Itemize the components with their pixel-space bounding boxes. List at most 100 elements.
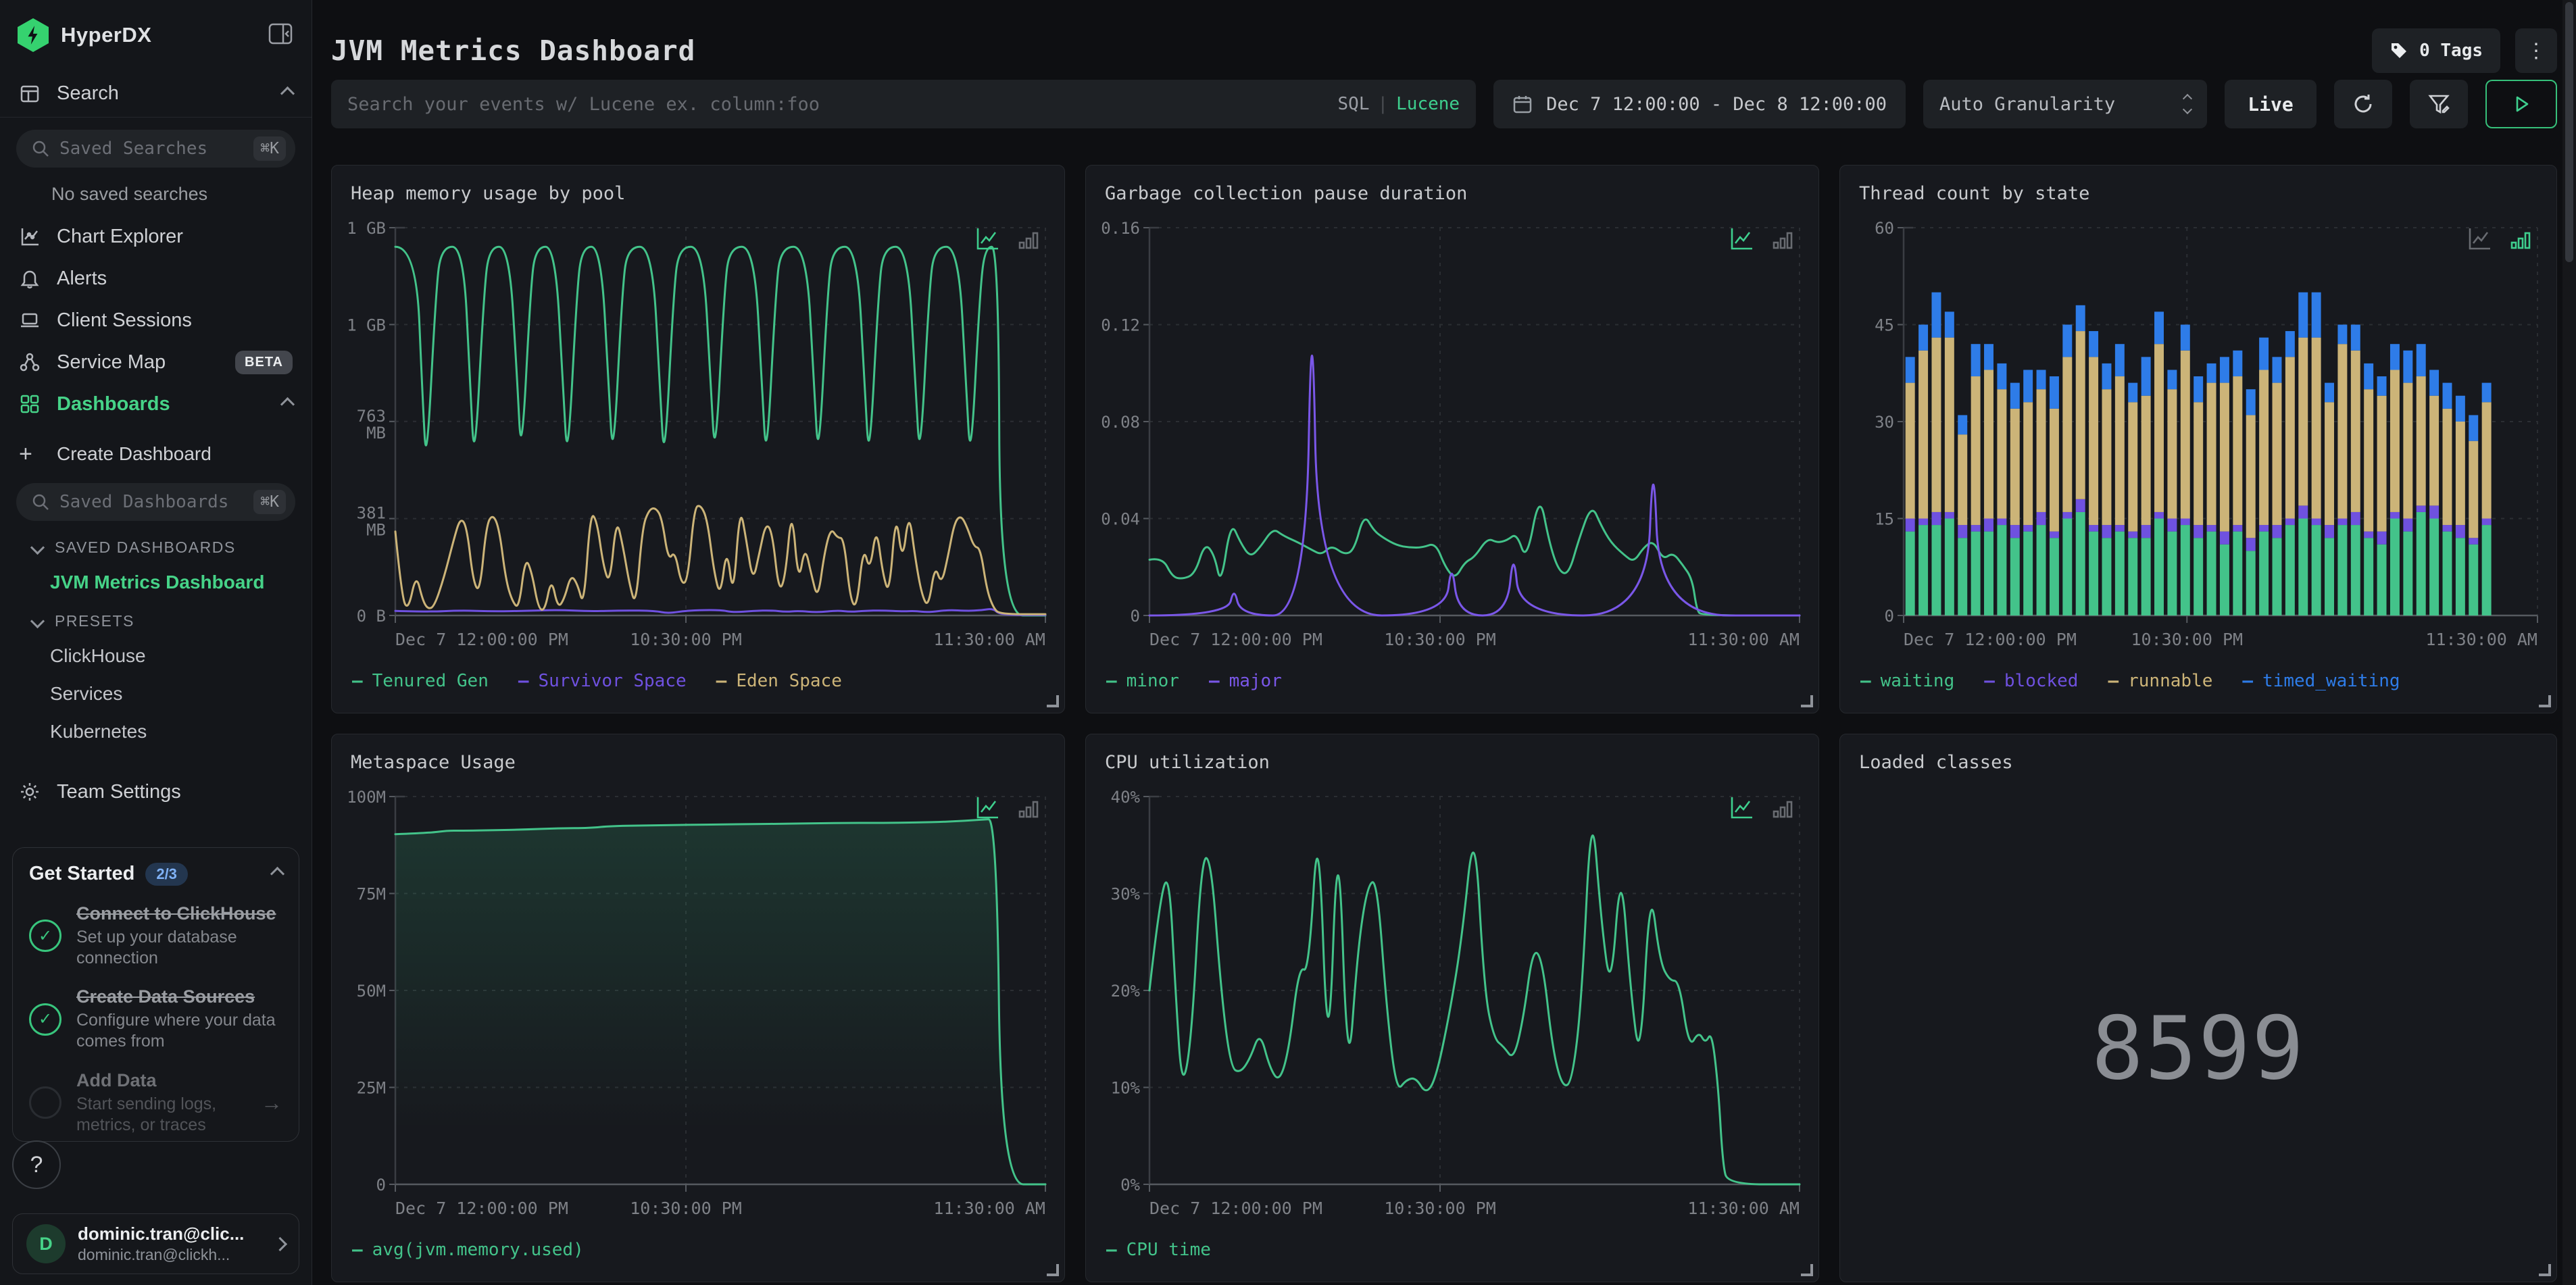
event-search-input[interactable]	[347, 93, 1338, 115]
svg-text:381MB: 381 MB	[357, 504, 386, 540]
legend-item[interactable]: — blocked	[1984, 671, 2078, 691]
svg-text:0%: 0%	[1120, 1176, 1140, 1194]
brand-name: HyperDX	[61, 23, 152, 47]
sidebar-item-alerts[interactable]: Alerts	[0, 257, 312, 299]
search-icon	[31, 493, 50, 511]
line-view-toggle[interactable]	[974, 225, 1001, 252]
legend-item[interactable]: — waiting	[1860, 671, 1954, 691]
svg-text:763MB: 763 MB	[357, 407, 386, 443]
legend-item[interactable]: — CPU time	[1106, 1240, 1211, 1260]
panel-metaspace: Metaspace Usage 100M 75M 50M 25M 0 Dec 7 12:0…	[331, 734, 1065, 1282]
sidebar-item-service-map[interactable]: Service Map BETA	[0, 341, 312, 383]
tags-label: 0 Tags	[2419, 41, 2483, 61]
saved-searches-input[interactable]: ⌘K	[16, 130, 295, 168]
tags-button[interactable]: 0 Tags	[2372, 28, 2500, 73]
resize-handle[interactable]	[1047, 695, 1059, 707]
preset-item-kubernetes[interactable]: Kubernetes	[0, 713, 312, 751]
scrollbar-thumb[interactable]	[2565, 2, 2573, 262]
sidebar-item-client-sessions[interactable]: Client Sessions	[0, 299, 312, 341]
saved-dashboards-section-header[interactable]: SAVED DASHBOARDS	[0, 528, 312, 563]
get-started-item-sources[interactable]: ✓ Create Data Sources Configure where yo…	[29, 986, 282, 1053]
resize-handle[interactable]	[1801, 1264, 1813, 1276]
refresh-button[interactable]	[2334, 80, 2392, 128]
metaspace-chart[interactable]: 100M 75M 50M 25M 0 Dec 7 12:00:00 PM 10:30:00 …	[341, 786, 1055, 1234]
help-button[interactable]: ?	[12, 1140, 61, 1189]
line-view-toggle[interactable]	[1728, 225, 1755, 252]
live-button[interactable]: Live	[2225, 80, 2317, 128]
progress-badge: 2/3	[145, 862, 188, 886]
svg-text:11:30:00 AM: 11:30:00 AM	[933, 1199, 1045, 1218]
get-started-item-connect[interactable]: ✓ Connect to ClickHouse Set up your data…	[29, 903, 282, 969]
bar-view-toggle[interactable]	[1768, 794, 1795, 821]
legend-item[interactable]: — Survivor Space	[518, 671, 687, 691]
line-view-toggle[interactable]	[1728, 794, 1755, 821]
sidebar-item-search[interactable]: Search	[0, 70, 312, 118]
svg-text:1 GB: 1 GB	[347, 219, 386, 238]
chevron-right-icon	[272, 1236, 288, 1251]
resize-handle[interactable]	[2539, 695, 2551, 707]
legend-item[interactable]: — timed_waiting	[2242, 671, 2400, 691]
panel-gc-pause: Garbage collection pause duration 0.16 0.…	[1085, 165, 1819, 713]
granularity-select[interactable]: Auto Granularity	[1923, 80, 2207, 128]
legend-item[interactable]: — Tenured Gen	[352, 671, 489, 691]
vertical-scrollbar[interactable]	[2562, 0, 2576, 1285]
saved-dashboards-field[interactable]	[59, 492, 254, 512]
cpu-chart[interactable]: 40% 30% 20% 10% 0% Dec 7 12:00:00 PM 10:30:00 …	[1095, 786, 1809, 1234]
svg-text:0.16: 0.16	[1101, 219, 1140, 238]
svg-text:45: 45	[1875, 316, 1894, 335]
bar-view-toggle[interactable]	[1768, 225, 1795, 252]
presets-section-header[interactable]: PRESETS	[0, 601, 312, 637]
line-view-toggle[interactable]	[974, 794, 1001, 821]
sidebar-item-chart-explorer[interactable]: Chart Explorer	[0, 216, 312, 257]
sql-mode-toggle[interactable]: SQL	[1338, 94, 1370, 114]
run-query-button[interactable]	[2485, 80, 2557, 128]
task-desc: Configure where your data comes from	[76, 1011, 276, 1051]
preset-item-clickhouse[interactable]: ClickHouse	[0, 637, 312, 675]
saved-searches-field[interactable]	[59, 138, 254, 159]
svg-text:1 GB: 1 GB	[347, 316, 386, 334]
date-range-picker[interactable]: Dec 7 12:00:00 - Dec 8 12:00:00	[1493, 80, 1906, 128]
sidebar-item-dashboards[interactable]: Dashboards	[0, 383, 312, 425]
saved-dashboards-input[interactable]: ⌘K	[16, 483, 295, 521]
more-options-button[interactable]: ⋮	[2515, 28, 2557, 73]
legend-item[interactable]: — avg(jvm.memory.used)	[352, 1240, 584, 1260]
resize-handle[interactable]	[1801, 695, 1813, 707]
legend-item[interactable]: — Eden Space	[716, 671, 842, 691]
bar-view-toggle[interactable]	[1014, 794, 1041, 821]
svg-text:10:30:00 PM: 10:30:00 PM	[1384, 1199, 1496, 1218]
heap-memory-chart[interactable]: 1 GB 1 GB 763 MB 381 MB 0 B Dec 7 12:00:00 PM 10…	[341, 217, 1055, 665]
preset-item-services[interactable]: Services	[0, 675, 312, 713]
dashboard-item-jvm-metrics[interactable]: JVM Metrics Dashboard	[0, 563, 312, 601]
legend-item[interactable]: — major	[1209, 671, 1282, 691]
svg-text:Dec 7 12:00:00 PM: Dec 7 12:00:00 PM	[395, 1199, 568, 1218]
filter-button[interactable]	[2410, 80, 2468, 128]
get-started-item-add-data[interactable]: ✓ Add Data Start sending logs, metrics, …	[29, 1070, 282, 1136]
chart-explorer-icon	[19, 226, 42, 247]
thread-count-chart[interactable]: 60 45 30 15 0 Dec 7 12:00:00 PM 10:30:00 PM 11:…	[1850, 217, 2547, 665]
bar-view-toggle[interactable]	[2506, 225, 2533, 252]
svg-text:10:30:00 PM: 10:30:00 PM	[2131, 630, 2243, 649]
svg-text:60: 60	[1875, 219, 1894, 238]
service-map-icon	[19, 351, 42, 373]
legend-item[interactable]: — runnable	[2108, 671, 2212, 691]
sidebar-collapse-icon[interactable]	[267, 20, 294, 51]
svg-text:11:30:00 AM: 11:30:00 AM	[2425, 630, 2537, 649]
no-saved-searches-text: No saved searches	[51, 184, 208, 204]
gc-pause-chart[interactable]: 0.16 0.12 0.08 0.04 0 Dec 7 12:00:00 PM 10:30:…	[1095, 217, 1809, 665]
line-view-toggle[interactable]	[2466, 225, 2493, 252]
dashboard-header: JVM Metrics Dashboard 0 Tags ⋮	[331, 0, 2557, 74]
svg-text:30%: 30%	[1111, 885, 1141, 904]
lucene-mode-toggle[interactable]: Lucene	[1396, 94, 1460, 114]
resize-handle[interactable]	[2539, 1264, 2551, 1276]
sidebar-item-team-settings[interactable]: Team Settings	[0, 771, 312, 813]
create-dashboard-button[interactable]: + Create Dashboard	[0, 430, 312, 478]
panel-title: Garbage collection pause duration	[1105, 183, 1468, 204]
event-search-box[interactable]: SQL | Lucene	[331, 80, 1477, 128]
legend-item[interactable]: — minor	[1106, 671, 1179, 691]
user-menu[interactable]: D dominic.tran@clic... dominic.tran@clic…	[12, 1213, 299, 1274]
chevron-up-icon[interactable]	[270, 866, 285, 882]
resize-handle[interactable]	[1047, 1264, 1059, 1276]
panel-title: Metaspace Usage	[351, 752, 516, 773]
tag-icon	[2392, 43, 2407, 58]
bar-view-toggle[interactable]	[1014, 225, 1041, 252]
